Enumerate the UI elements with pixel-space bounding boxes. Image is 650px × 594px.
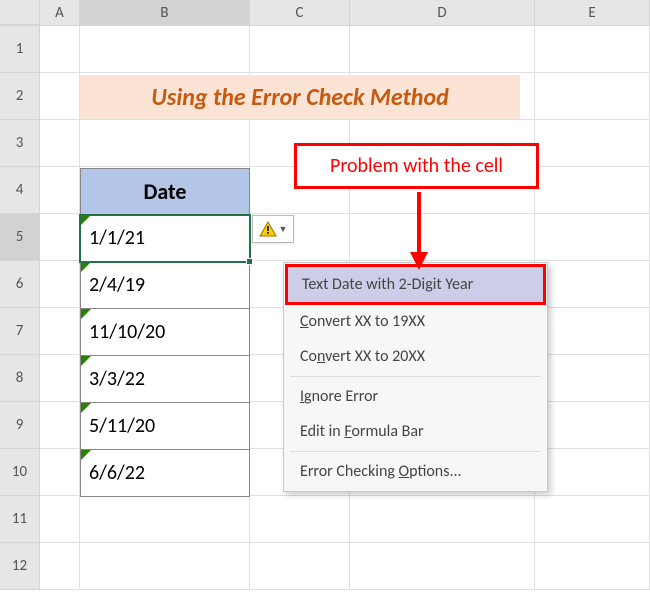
- row-header-5[interactable]: 5: [0, 214, 40, 261]
- row-header-3[interactable]: 3: [0, 120, 40, 167]
- menu-convert-19xx[interactable]: Convert XX to 19XX: [286, 304, 545, 339]
- menu-ignore-error[interactable]: Ignore Error: [286, 379, 545, 414]
- cell[interactable]: [40, 355, 80, 402]
- cell[interactable]: [250, 26, 350, 73]
- cell-value: 11/10/20: [89, 320, 165, 344]
- col-header-A[interactable]: A: [40, 0, 80, 25]
- table-header-date[interactable]: Date: [80, 168, 250, 215]
- table-cell-B6[interactable]: 2/4/19: [80, 262, 250, 309]
- cell[interactable]: [535, 308, 650, 355]
- data-table: Date 1/1/21 2/4/19 11/10/20 3/3/22 5/11/…: [80, 168, 250, 497]
- annotation-callout: Problem with the cell: [294, 143, 539, 189]
- error-triangle-icon: [81, 356, 91, 366]
- spreadsheet: A B C D E 1 2 3 4 5 6 7 8 9 10 11 12 Usi…: [0, 0, 650, 594]
- cell[interactable]: [535, 355, 650, 402]
- row-header-10[interactable]: 10: [0, 449, 40, 496]
- cell[interactable]: [535, 214, 650, 261]
- col-header-D[interactable]: D: [350, 0, 535, 25]
- row-header-7[interactable]: 7: [0, 308, 40, 355]
- cell-value: 2/4/19: [89, 273, 145, 297]
- cell[interactable]: [40, 308, 80, 355]
- row-header-6[interactable]: 6: [0, 261, 40, 308]
- cell[interactable]: [40, 402, 80, 449]
- error-triangle-icon: [81, 450, 91, 460]
- cell[interactable]: [40, 26, 80, 73]
- cell[interactable]: [40, 543, 80, 590]
- cell[interactable]: [80, 26, 250, 73]
- cell[interactable]: [350, 496, 535, 543]
- fill-handle[interactable]: [246, 258, 253, 265]
- row-header-8[interactable]: 8: [0, 355, 40, 402]
- cell[interactable]: [350, 543, 535, 590]
- table-cell-B8[interactable]: 3/3/22: [80, 356, 250, 403]
- cell[interactable]: [40, 261, 80, 308]
- cell[interactable]: [535, 496, 650, 543]
- cell-value: 1/1/21: [89, 226, 145, 250]
- cell[interactable]: [40, 496, 80, 543]
- cell-value: 3/3/22: [89, 367, 145, 391]
- table-cell-B5[interactable]: 1/1/21: [80, 215, 250, 262]
- cell[interactable]: [535, 167, 650, 214]
- menu-text-date-header[interactable]: Text Date with 2-Digit Year: [285, 264, 546, 305]
- cell[interactable]: [535, 543, 650, 590]
- cell[interactable]: [80, 120, 250, 167]
- cell[interactable]: [350, 26, 535, 73]
- table-cell-B10[interactable]: 6/6/22: [80, 450, 250, 497]
- row-header-2[interactable]: 2: [0, 73, 40, 120]
- row-header-12[interactable]: 12: [0, 543, 40, 590]
- error-triangle-icon: [81, 215, 91, 225]
- cell[interactable]: [350, 214, 535, 261]
- cell[interactable]: [40, 214, 80, 261]
- row-header-4[interactable]: 4: [0, 167, 40, 214]
- cell[interactable]: [40, 120, 80, 167]
- table-cell-B9[interactable]: 5/11/20: [80, 403, 250, 450]
- cell[interactable]: [40, 73, 80, 120]
- error-triangle-icon: [81, 403, 91, 413]
- cell[interactable]: [250, 543, 350, 590]
- chevron-down-icon: ▼: [279, 224, 288, 235]
- row-header-1[interactable]: 1: [0, 26, 40, 73]
- error-triangle-icon: [81, 309, 91, 319]
- row-header-9[interactable]: 9: [0, 402, 40, 449]
- error-indicator-button[interactable]: ▼: [252, 215, 294, 243]
- error-context-menu: Text Date with 2-Digit Year Convert XX t…: [283, 262, 548, 492]
- select-all-corner[interactable]: [0, 0, 40, 25]
- menu-error-checking-options[interactable]: Error Checking Options...: [286, 454, 545, 489]
- col-header-B[interactable]: B: [80, 0, 250, 25]
- cell[interactable]: [80, 496, 250, 543]
- warning-icon: [259, 221, 277, 237]
- cell[interactable]: [80, 543, 250, 590]
- cell[interactable]: [535, 120, 650, 167]
- annotation-arrow-icon: [407, 192, 431, 270]
- cell[interactable]: [535, 73, 650, 120]
- cell-value: 6/6/22: [89, 461, 145, 485]
- cell[interactable]: [535, 449, 650, 496]
- menu-convert-20xx[interactable]: Convert XX to 20XX: [286, 339, 545, 374]
- cell[interactable]: [250, 496, 350, 543]
- table-cell-B7[interactable]: 11/10/20: [80, 309, 250, 356]
- cell[interactable]: [40, 449, 80, 496]
- col-header-C[interactable]: C: [250, 0, 350, 25]
- cell[interactable]: [535, 261, 650, 308]
- column-headers: A B C D E: [0, 0, 650, 26]
- menu-separator: [290, 376, 541, 377]
- col-header-E[interactable]: E: [535, 0, 650, 25]
- cell[interactable]: [40, 167, 80, 214]
- row-header-11[interactable]: 11: [0, 496, 40, 543]
- menu-edit-formula-bar[interactable]: Edit in Formula Bar: [286, 414, 545, 449]
- cell-value: 5/11/20: [89, 414, 155, 438]
- page-title: Using the Error Check Method: [80, 75, 520, 119]
- error-triangle-icon: [81, 262, 91, 272]
- menu-separator: [290, 451, 541, 452]
- cell[interactable]: [535, 26, 650, 73]
- cell[interactable]: [535, 402, 650, 449]
